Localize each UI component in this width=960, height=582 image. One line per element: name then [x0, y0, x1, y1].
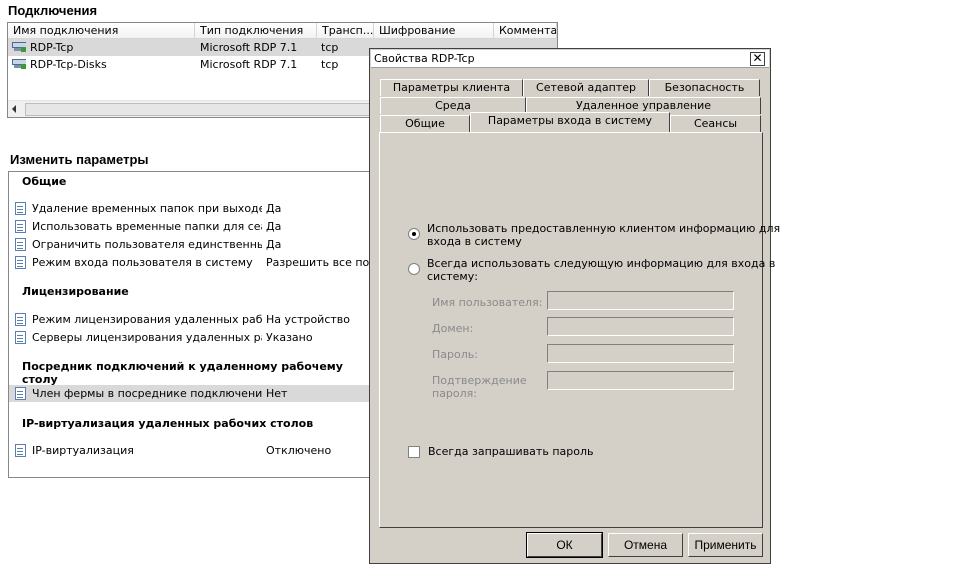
tab-logon-settings[interactable]: Параметры входа в систему: [470, 112, 670, 132]
setting-label: Режим лицензирования удаленных рабочи...: [32, 313, 262, 326]
tab-network-adapter[interactable]: Сетевой адаптер: [523, 79, 649, 96]
connection-type: Microsoft RDP 7.1: [200, 58, 298, 71]
radio-use-client-info-label-2: входа в систему: [427, 235, 522, 248]
setting-value: На устройство: [266, 313, 351, 326]
setting-label: Удаление временных папок при выходе: [32, 202, 262, 215]
connection-transport: tcp: [321, 41, 339, 54]
always-prompt-password-checkbox[interactable]: [408, 446, 420, 458]
confirm-password-field: [547, 371, 734, 390]
dialog-title: Свойства RDP-Tcp: [374, 52, 475, 65]
setting-value: Да: [266, 202, 282, 215]
group-title-ip-virtualization: IP-виртуализация удаленных рабочих столо…: [22, 417, 314, 430]
radio-always-use-info[interactable]: [408, 263, 420, 275]
domain-label: Домен:: [432, 322, 474, 335]
setting-row[interactable]: IP-виртуализация Отключено: [9, 442, 371, 459]
scroll-thumb[interactable]: [25, 103, 387, 116]
setting-icon: [15, 387, 26, 400]
group-title-licensing: Лицензирование: [22, 285, 129, 298]
column-header-encryption[interactable]: Шифрование: [374, 23, 494, 39]
setting-icon: [15, 220, 26, 233]
setting-value: Да: [266, 238, 282, 251]
setting-value: Нет: [266, 387, 288, 400]
confirm-password-label-1: Подтверждение: [432, 374, 527, 387]
connection-name: RDP-Tcp-Disks: [30, 58, 107, 71]
setting-row[interactable]: Режим входа пользователя в систему Разреш…: [9, 254, 371, 271]
settings-panel: Общие Удаление временных папок при выход…: [8, 171, 372, 478]
connections-title: Подключения: [8, 3, 98, 18]
column-header-type[interactable]: Тип подключения: [195, 23, 317, 39]
dialog-titlebar[interactable]: Свойства RDP-Tcp ✕: [371, 50, 769, 68]
scroll-left-icon[interactable]: [12, 105, 16, 113]
setting-row[interactable]: Ограничить пользователя единственным ...…: [9, 236, 371, 253]
password-label: Пароль:: [432, 348, 478, 361]
setting-icon: [15, 202, 26, 215]
setting-label: Ограничить пользователя единственным ...: [32, 238, 262, 251]
ok-button[interactable]: ОК: [526, 532, 603, 558]
apply-button[interactable]: Применить: [688, 533, 763, 557]
group-title-general: Общие: [22, 175, 67, 188]
settings-title: Изменить параметры: [10, 152, 149, 167]
setting-value: Да: [266, 220, 282, 233]
password-field: [547, 344, 734, 363]
setting-icon: [15, 238, 26, 251]
logon-settings-page: Использовать предоставленную клиентом ин…: [379, 132, 780, 528]
confirm-password-label-2: пароля:: [432, 387, 477, 400]
column-header-comment[interactable]: Комментар: [494, 23, 557, 39]
setting-label: Серверы лицензирования удаленных рабо...: [32, 331, 262, 344]
setting-label: Использовать временные папки для сеан...: [32, 220, 262, 233]
radio-use-client-info-label-1: Использовать предоставленную клиентом ин…: [427, 222, 781, 235]
setting-label: IP-виртуализация: [32, 444, 134, 457]
username-field: [547, 291, 734, 310]
tab-sessions[interactable]: Сеансы: [670, 115, 761, 132]
setting-icon: [15, 331, 26, 344]
connection-type: Microsoft RDP 7.1: [200, 41, 298, 54]
radio-always-use-info-label-2: систему:: [427, 270, 478, 283]
tab-client-settings[interactable]: Параметры клиента: [380, 79, 523, 96]
connection-icon: [12, 41, 26, 53]
always-prompt-password-label: Всегда запрашивать пароль: [428, 445, 594, 458]
connection-icon: [12, 58, 26, 70]
setting-row[interactable]: Режим лицензирования удаленных рабочи...…: [9, 311, 371, 328]
setting-icon: [15, 444, 26, 457]
setting-icon: [15, 313, 26, 326]
tab-security[interactable]: Безопасность: [649, 79, 760, 96]
close-icon[interactable]: ✕: [750, 52, 765, 66]
radio-always-use-info-label-1: Всегда использовать следующую информацию…: [427, 257, 776, 270]
cancel-button[interactable]: Отмена: [608, 533, 683, 557]
setting-value: Указано: [266, 331, 313, 344]
setting-icon: [15, 256, 26, 269]
setting-value: Отключено: [266, 444, 332, 457]
setting-row[interactable]: Использовать временные папки для сеан...…: [9, 218, 371, 235]
setting-label: Режим входа пользователя в систему: [32, 256, 253, 269]
setting-label: Член фермы в посреднике подключений к...: [32, 387, 262, 400]
group-title-broker: Посредник подключений к удаленному рабоч…: [22, 360, 343, 386]
column-header-transport[interactable]: Трансп...: [317, 23, 374, 39]
tab-general[interactable]: Общие: [380, 115, 470, 132]
setting-row[interactable]: Серверы лицензирования удаленных рабо...…: [9, 329, 371, 346]
rdp-properties-dialog: Свойства RDP-Tcp ✕ Параметры клиента Сет…: [369, 48, 780, 564]
connection-name: RDP-Tcp: [30, 41, 74, 54]
setting-value: Разрешить все подк: [266, 256, 372, 269]
setting-row[interactable]: Член фермы в посреднике подключений к...…: [9, 385, 371, 402]
column-header-name[interactable]: Имя подключения: [8, 23, 195, 39]
connection-transport: tcp: [321, 58, 339, 71]
username-label: Имя пользователя:: [432, 296, 543, 309]
radio-use-client-info[interactable]: [408, 228, 420, 240]
domain-field: [547, 317, 734, 336]
setting-row[interactable]: Удаление временных папок при выходе Да: [9, 200, 371, 217]
